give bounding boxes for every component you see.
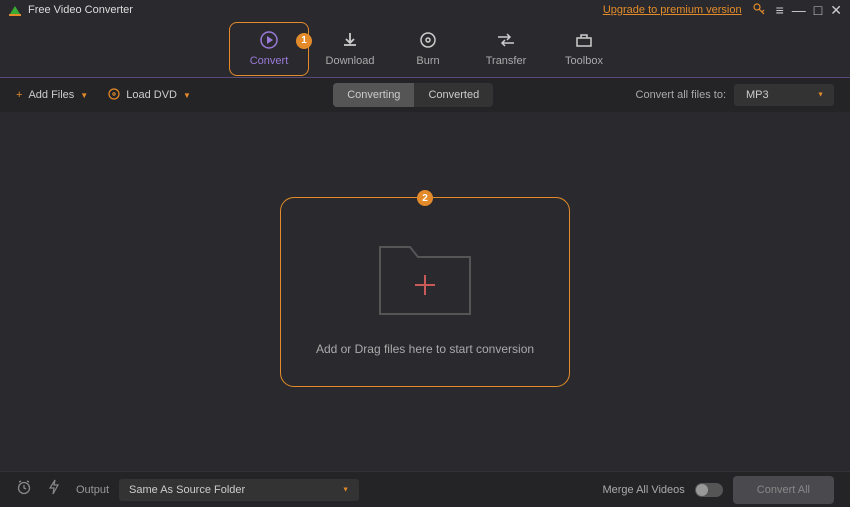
nav-label: Download: [326, 55, 375, 67]
window-controls: ≡ — □ ✕: [776, 3, 842, 17]
nav-label: Burn: [416, 55, 439, 67]
disc-icon: [108, 88, 120, 103]
output-folder-select[interactable]: Same As Source Folder: [119, 479, 359, 501]
nav-burn[interactable]: Burn: [389, 31, 467, 67]
add-files-button[interactable]: + Add Files ▼: [16, 89, 88, 101]
main-nav: Convert 1 Download Burn Transfer Toolbox: [0, 20, 850, 78]
upgrade-link[interactable]: Upgrade to premium version: [603, 4, 742, 16]
nav-toolbox[interactable]: Toolbox: [545, 31, 623, 67]
toolbar: + Add Files ▼ Load DVD ▼ Converting Conv…: [0, 78, 850, 112]
target-format-select[interactable]: MP3: [734, 84, 834, 106]
minimize-icon[interactable]: —: [792, 3, 806, 17]
plus-icon: +: [16, 89, 22, 101]
main-area: 2 Add or Drag files here to start conver…: [0, 112, 850, 472]
app-title: Free Video Converter: [28, 4, 133, 16]
chevron-down-icon: ▼: [183, 91, 191, 100]
output-label: Output: [76, 484, 109, 496]
nav-label: Transfer: [486, 55, 527, 67]
dropzone[interactable]: 2 Add or Drag files here to start conver…: [280, 197, 570, 387]
nav-label: Convert: [250, 55, 289, 67]
chevron-down-icon: ▼: [80, 91, 88, 100]
key-icon[interactable]: [752, 2, 766, 18]
titlebar: Free Video Converter Upgrade to premium …: [0, 0, 850, 20]
convert-all-button[interactable]: Convert All: [733, 476, 834, 504]
target-format-value: MP3: [746, 89, 769, 101]
output-group: Output Same As Source Folder: [76, 479, 359, 501]
nav-download[interactable]: Download: [311, 31, 389, 67]
tab-converting[interactable]: Converting: [333, 83, 414, 107]
step-badge-1: 1: [296, 33, 312, 49]
menu-icon[interactable]: ≡: [776, 3, 784, 17]
flash-icon[interactable]: [48, 479, 60, 500]
nav-transfer[interactable]: Transfer: [467, 31, 545, 67]
merge-toggle[interactable]: [695, 483, 723, 497]
add-files-label: Add Files: [28, 89, 74, 101]
maximize-icon[interactable]: □: [814, 3, 822, 17]
burn-icon: [418, 31, 438, 49]
step-badge-2: 2: [417, 190, 433, 206]
merge-label: Merge All Videos: [602, 484, 684, 496]
status-tabs: Converting Converted: [333, 83, 493, 107]
dropzone-text: Add or Drag files here to start conversi…: [316, 342, 534, 356]
target-label: Convert all files to:: [636, 89, 726, 101]
titlebar-right: Upgrade to premium version ≡ — □ ✕: [603, 2, 842, 18]
close-icon[interactable]: ✕: [830, 3, 842, 17]
load-dvd-label: Load DVD: [126, 89, 177, 101]
app-logo-icon: [8, 4, 22, 16]
merge-group: Merge All Videos Convert All: [602, 476, 834, 504]
output-folder-value: Same As Source Folder: [129, 484, 245, 496]
clock-icon[interactable]: [16, 479, 32, 500]
transfer-icon: [496, 31, 516, 49]
folder-plus-icon: [370, 229, 480, 324]
nav-label: Toolbox: [565, 55, 603, 67]
titlebar-left: Free Video Converter: [8, 4, 133, 16]
tab-converted[interactable]: Converted: [414, 83, 493, 107]
toolbox-icon: [574, 31, 594, 49]
footer: Output Same As Source Folder Merge All V…: [0, 471, 850, 507]
load-dvd-button[interactable]: Load DVD ▼: [108, 88, 191, 103]
convert-icon: [259, 31, 279, 49]
download-icon: [340, 31, 360, 49]
convert-target-group: Convert all files to: MP3: [636, 84, 834, 106]
nav-convert[interactable]: Convert 1: [229, 22, 309, 76]
